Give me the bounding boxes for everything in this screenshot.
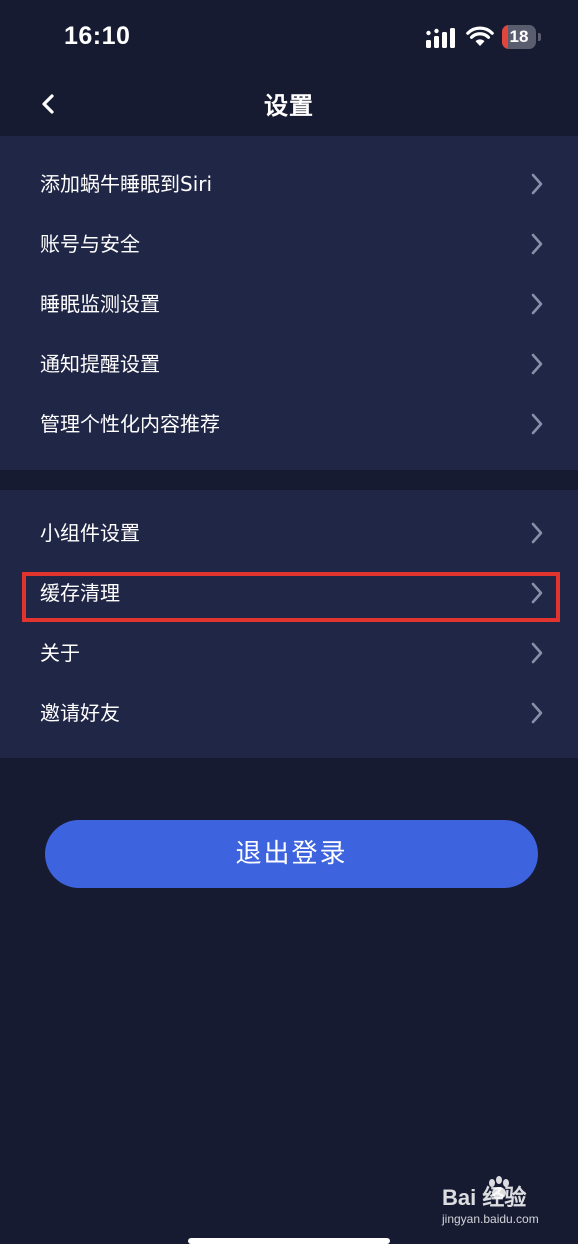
chevron-right-icon — [531, 642, 543, 664]
menu-item-about[interactable]: 关于 — [0, 623, 578, 683]
settings-group-2: 小组件设置 缓存清理 关于 邀请好友 — [0, 490, 578, 758]
menu-item-label: 关于 — [40, 641, 80, 665]
chevron-right-icon — [531, 413, 543, 435]
signal-icon — [426, 28, 455, 48]
chevron-right-icon — [531, 353, 543, 375]
wifi-icon — [466, 26, 494, 46]
status-time: 16:10 — [64, 22, 131, 50]
menu-item-label: 邀请好友 — [40, 701, 120, 725]
settings-group-1: 添加蜗牛睡眠到Siri 账号与安全 睡眠监测设置 通知提醒设置 管理个性化内容推… — [0, 136, 578, 470]
battery-cap — [538, 33, 541, 41]
status-bar: 16:10 18 — [0, 0, 578, 76]
menu-item-account-security[interactable]: 账号与安全 — [0, 214, 578, 274]
menu-item-label: 管理个性化内容推荐 — [40, 412, 220, 436]
menu-item-invite-friends[interactable]: 邀请好友 — [0, 683, 578, 743]
watermark-url: jingyan.baidu.com — [442, 1212, 539, 1226]
battery-level: 18 — [509, 27, 529, 46]
menu-item-label: 账号与安全 — [40, 232, 140, 256]
menu-item-label: 添加蜗牛睡眠到Siri — [40, 172, 213, 196]
battery-icon: 18 — [502, 25, 542, 49]
chevron-right-icon — [531, 293, 543, 315]
chevron-right-icon — [531, 173, 543, 195]
menu-item-personalized-content[interactable]: 管理个性化内容推荐 — [0, 394, 578, 454]
paw-icon — [489, 1176, 509, 1199]
chevron-right-icon — [531, 233, 543, 255]
chevron-right-icon — [531, 702, 543, 724]
nav-bar: 设置 — [0, 76, 578, 134]
battery-body: 18 — [502, 25, 536, 49]
menu-item-notifications[interactable]: 通知提醒设置 — [0, 334, 578, 394]
highlight-box — [22, 572, 560, 622]
menu-item-label: 小组件设置 — [40, 521, 140, 545]
page-title: 设置 — [264, 92, 314, 120]
home-indicator — [188, 1238, 390, 1244]
logout-button[interactable]: 退出登录 — [45, 820, 538, 888]
watermark: Bai 经验 jingyan.baidu.com — [442, 1176, 552, 1230]
menu-item-add-to-siri[interactable]: 添加蜗牛睡眠到Siri — [0, 154, 578, 214]
menu-item-sleep-monitoring[interactable]: 睡眠监测设置 — [0, 274, 578, 334]
menu-item-label: 睡眠监测设置 — [40, 292, 160, 316]
menu-item-widget-settings[interactable]: 小组件设置 — [0, 503, 578, 563]
menu-item-label: 通知提醒设置 — [40, 352, 160, 376]
chevron-right-icon — [531, 522, 543, 544]
